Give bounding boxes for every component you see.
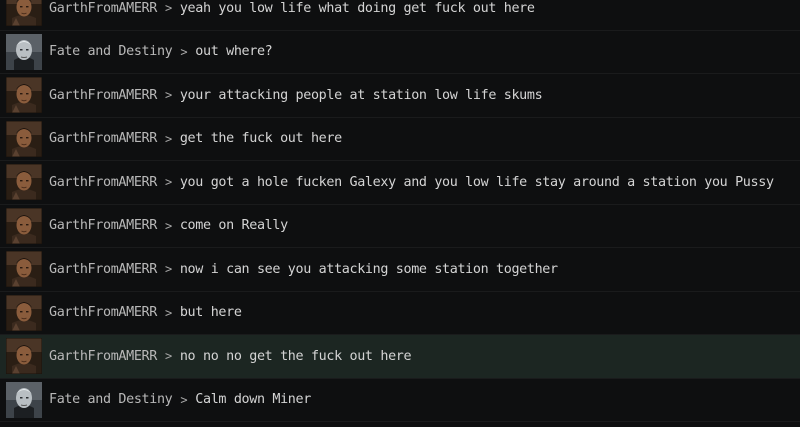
chat-message-row[interactable]: GarthFromAMERR > yeah you low life what do… xyxy=(0,0,800,31)
male-pilot-portrait-icon[interactable] xyxy=(6,338,42,375)
message-separator: > xyxy=(164,305,172,320)
message-text: Calm down Miner xyxy=(195,392,311,408)
message-text: out where? xyxy=(195,44,273,60)
chat-message-row[interactable]: Fate and Destiny > Calm down Miner xyxy=(0,379,800,422)
male-pilot-portrait-icon[interactable] xyxy=(6,120,42,157)
message-text: now i can see you attacking some station… xyxy=(179,261,558,277)
male-pilot-portrait-icon[interactable] xyxy=(6,77,42,114)
chat-message-row[interactable]: GarthFromAMERR > no no no get the fuck out… xyxy=(0,335,800,379)
chat-message: Fate and Destiny > Calm down Miner xyxy=(49,392,311,407)
chat-message: GarthFromAMERR > now i can see you attacki… xyxy=(49,262,558,277)
chat-log: GarthFromAMERR > yeah you low life what do… xyxy=(0,0,800,427)
message-text: yeah you low life what doing get fuck ou… xyxy=(179,0,535,16)
message-separator: > xyxy=(164,262,172,277)
chat-message: GarthFromAMERR > come on Really xyxy=(49,218,288,233)
male-pilot-portrait-icon[interactable] xyxy=(6,0,42,27)
message-separator: > xyxy=(164,88,172,103)
sender-name[interactable]: GarthFromAMERR xyxy=(49,305,157,320)
chat-message: GarthFromAMERR > get the fuck out here xyxy=(49,131,342,146)
message-separator: > xyxy=(164,131,172,146)
message-separator: > xyxy=(164,175,172,190)
helmeted-pilot-portrait-icon[interactable] xyxy=(6,33,42,70)
message-text: you got a hole fucken Galexy and you low… xyxy=(179,174,774,190)
chat-message: GarthFromAMERR > your attacking people at … xyxy=(49,87,543,103)
chat-message: GarthFromAMERR > you got a hole fucken Gal… xyxy=(49,175,774,190)
message-text: come on Really xyxy=(179,218,288,234)
chat-message: GarthFromAMERR > but here xyxy=(49,305,242,320)
male-pilot-portrait-icon[interactable] xyxy=(6,164,42,201)
message-separator: > xyxy=(180,392,188,407)
chat-message: GarthFromAMERR > no no no get the fuck out… xyxy=(49,348,412,364)
sender-name[interactable]: GarthFromAMERR xyxy=(49,262,157,277)
sender-name[interactable]: GarthFromAMERR xyxy=(49,1,157,16)
sender-name[interactable]: GarthFromAMERR xyxy=(49,349,157,364)
message-separator: > xyxy=(164,218,172,233)
message-separator: > xyxy=(180,44,188,59)
chat-message-row[interactable]: GarthFromAMERR > come on Really xyxy=(0,205,800,248)
sender-name[interactable]: GarthFromAMERR xyxy=(49,131,157,146)
message-separator: > xyxy=(164,349,172,364)
sender-name[interactable]: GarthFromAMERR xyxy=(49,218,157,233)
message-text: but here xyxy=(179,305,242,321)
message-text: get the fuck out here xyxy=(179,131,342,147)
message-text: your attacking people at station low lif… xyxy=(179,87,543,103)
chat-message-row[interactable]: GarthFromAMERR > get the fuck out here xyxy=(0,118,800,161)
helmeted-pilot-portrait-icon[interactable] xyxy=(6,381,42,418)
chat-message: Fate and Destiny > out where? xyxy=(49,44,273,60)
chat-message-row[interactable]: GarthFromAMERR > your attacking people at … xyxy=(0,74,800,118)
chat-message-row[interactable]: GarthFromAMERR > now i can see you attacki… xyxy=(0,248,800,292)
chat-message-row[interactable]: GarthFromAMERR > but here xyxy=(0,292,800,335)
sender-name[interactable]: Fate and Destiny xyxy=(49,392,173,407)
sender-name[interactable]: Fate and Destiny xyxy=(49,44,173,59)
chat-message-row[interactable]: Fate and Destiny > out where? xyxy=(0,31,800,74)
message-text: no no no get the fuck out here xyxy=(179,348,412,364)
message-separator: > xyxy=(164,1,172,16)
male-pilot-portrait-icon[interactable] xyxy=(6,207,42,244)
male-pilot-portrait-icon[interactable] xyxy=(6,251,42,288)
male-pilot-portrait-icon[interactable] xyxy=(6,294,42,331)
chat-message-row[interactable]: GarthFromAMERR > you got a hole fucken Gal… xyxy=(0,161,800,205)
sender-name[interactable]: GarthFromAMERR xyxy=(49,175,157,190)
chat-message: GarthFromAMERR > yeah you low life what do… xyxy=(49,1,535,16)
sender-name[interactable]: GarthFromAMERR xyxy=(49,88,157,103)
